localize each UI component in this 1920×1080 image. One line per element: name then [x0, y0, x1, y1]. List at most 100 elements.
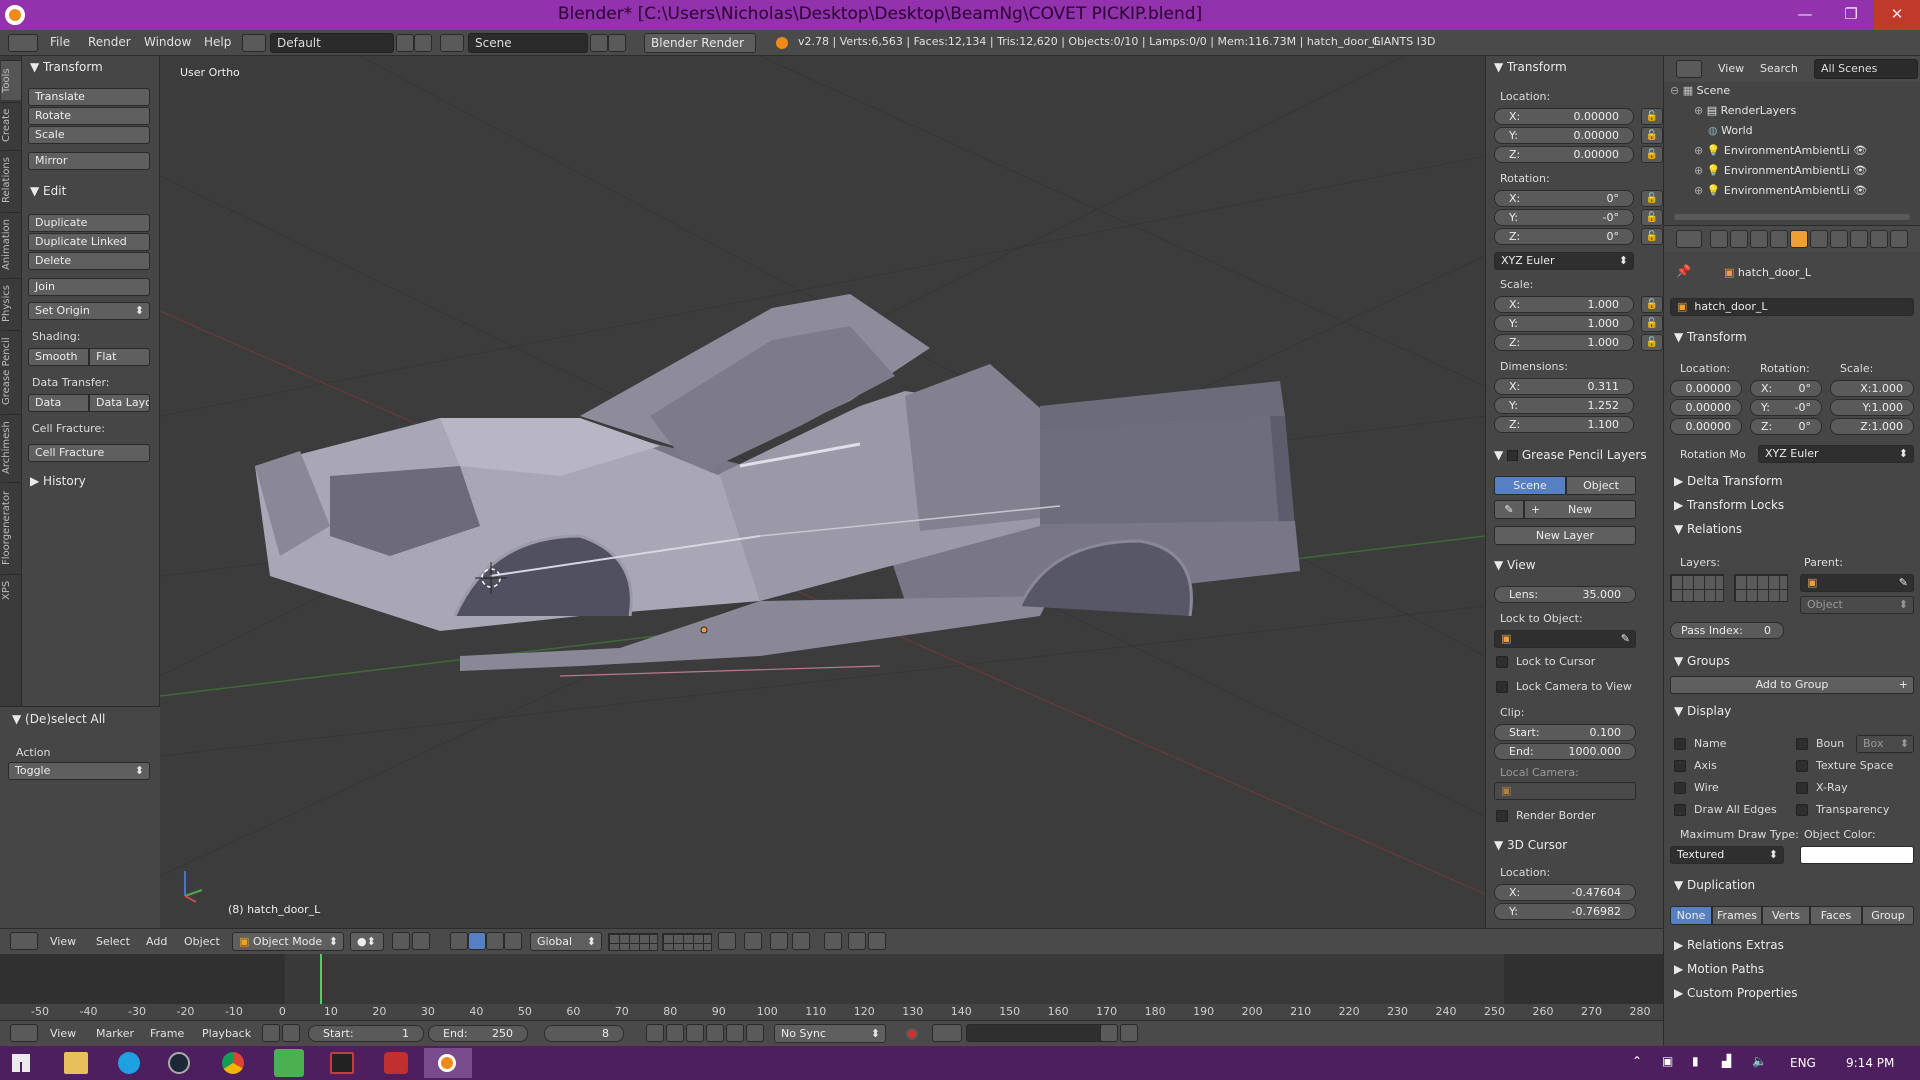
- pivot-icon[interactable]: [392, 932, 410, 950]
- remove-screen-icon[interactable]: [414, 34, 432, 52]
- add-to-group-button[interactable]: Add to Group +: [1670, 676, 1914, 694]
- local-camera-field[interactable]: ▣: [1494, 782, 1636, 800]
- play-reverse-icon[interactable]: [686, 1024, 704, 1042]
- n-dimension-z[interactable]: Z: 1.100: [1494, 416, 1634, 433]
- n-rotation-x[interactable]: X: 0°: [1494, 190, 1634, 207]
- lock-camera-checkbox[interactable]: [1496, 681, 1508, 693]
- delete-button[interactable]: Delete: [28, 252, 150, 270]
- eye-icon[interactable]: 👁: [1853, 144, 1867, 157]
- lock-icon[interactable]: 🔓: [1641, 108, 1663, 125]
- n-scale-y[interactable]: Y: 1.000: [1494, 315, 1634, 332]
- display-axis-checkbox[interactable]: [1674, 760, 1686, 772]
- tab-grease-pencil[interactable]: Grease Pencil: [1, 330, 21, 412]
- dup-group-button[interactable]: Group: [1862, 906, 1914, 925]
- history-panel-header[interactable]: ▶ History: [30, 474, 86, 488]
- clip-end-field[interactable]: End: 1000.000: [1494, 743, 1636, 760]
- manipulator-toggle-icon[interactable]: [412, 932, 430, 950]
- duplicate-linked-button[interactable]: Duplicate Linked: [28, 233, 150, 251]
- frame-menu[interactable]: Frame: [150, 1027, 184, 1040]
- n-rotation-z[interactable]: Z: 0°: [1494, 228, 1634, 245]
- current-frame-line[interactable]: [320, 954, 322, 1006]
- 3d-view-editor-icon[interactable]: [10, 932, 38, 950]
- n-scale-x[interactable]: X: 1.000: [1494, 296, 1634, 313]
- tray-arrow-icon[interactable]: ⌃: [1632, 1054, 1642, 1068]
- playback-menu[interactable]: Playback: [202, 1027, 251, 1040]
- relations-header[interactable]: ▼ Relations: [1674, 522, 1742, 536]
- timeline-area[interactable]: -50 -40 -30 -20 -10 0 10 20 30 40 50 60 70 80 90 100 110…: [0, 954, 1663, 1020]
- cell-fracture-button[interactable]: Cell Fracture: [28, 444, 150, 462]
- translate-button[interactable]: Translate: [28, 88, 150, 106]
- 3d-cursor-header[interactable]: ▼ 3D Cursor: [1494, 838, 1567, 852]
- outliner-filter-select[interactable]: All Scenes: [1814, 59, 1918, 79]
- draw-all-edges-checkbox[interactable]: [1674, 804, 1686, 816]
- props-rotation-x[interactable]: X: 0°: [1750, 380, 1822, 397]
- n-scale-z[interactable]: Z: 1.000: [1494, 334, 1634, 351]
- tab-physics[interactable]: Physics: [1, 278, 21, 328]
- end-frame-field[interactable]: End: 250: [428, 1025, 528, 1042]
- tray-icon[interactable]: ▣: [1662, 1054, 1673, 1068]
- network-icon[interactable]: ▟: [1722, 1054, 1731, 1068]
- props-transform-header[interactable]: ▼ Transform: [1674, 330, 1747, 344]
- remove-scene-icon[interactable]: [608, 34, 626, 52]
- data-tab-icon[interactable]: [1850, 230, 1868, 248]
- info-editor-icon[interactable]: [8, 34, 38, 52]
- n-rotation-mode-select[interactable]: XYZ Euler ⬍: [1494, 252, 1634, 270]
- outliner-row-lamp[interactable]: ⊕ 💡 EnvironmentAmbientLi 👁: [1694, 164, 1920, 184]
- action-select[interactable]: Toggle ⬍: [8, 762, 150, 780]
- outliner-row-world[interactable]: ◍ World: [1708, 124, 1920, 144]
- rotate-button[interactable]: Rotate: [28, 107, 150, 125]
- gp-pencil-icon[interactable]: ✎: [1494, 500, 1524, 519]
- jump-end-icon[interactable]: [746, 1024, 764, 1042]
- sync-mode-select[interactable]: No Sync ⬍: [774, 1024, 886, 1043]
- modifiers-tab-icon[interactable]: [1830, 230, 1848, 248]
- add-screen-icon[interactable]: [396, 34, 414, 52]
- tab-archimesh[interactable]: Archimesh: [1, 414, 21, 480]
- dup-none-button[interactable]: None: [1670, 906, 1712, 925]
- maximize-button[interactable]: ❐: [1828, 0, 1874, 30]
- eye-icon[interactable]: 👁: [1853, 164, 1867, 177]
- xray-checkbox[interactable]: [1796, 782, 1808, 794]
- render-opengl-icon[interactable]: [848, 932, 866, 950]
- lock-to-cursor-checkbox[interactable]: [1496, 656, 1508, 668]
- scene-layers-grid[interactable]: [662, 933, 712, 951]
- transform-locks-header[interactable]: ▶ Transform Locks: [1674, 498, 1784, 512]
- object-tab-icon[interactable]: [1790, 230, 1808, 248]
- tab-xps[interactable]: XPS: [1, 574, 21, 606]
- delete-keyframe-icon[interactable]: [1120, 1024, 1138, 1042]
- 3d-viewport[interactable]: User Ortho (8) hatch_door_L: [160, 56, 1485, 928]
- app-icon[interactable]: [274, 1049, 304, 1077]
- outliner-search-menu[interactable]: Search: [1760, 62, 1798, 75]
- n-rotation-y[interactable]: Y: -0°: [1494, 209, 1634, 226]
- groups-header[interactable]: ▼ Groups: [1674, 654, 1730, 668]
- props-location-z[interactable]: 0.00000: [1670, 418, 1742, 435]
- menu-window[interactable]: Window: [144, 35, 191, 49]
- app-icon[interactable]: [384, 1052, 408, 1074]
- lock-icon[interactable]: 🔓: [1641, 315, 1663, 332]
- next-keyframe-icon[interactable]: [726, 1024, 744, 1042]
- screen-layout-field[interactable]: Default: [270, 33, 394, 53]
- tray-icon[interactable]: ▮: [1692, 1054, 1699, 1068]
- select-menu[interactable]: Select: [96, 935, 130, 948]
- keying-set-icon[interactable]: [932, 1024, 962, 1042]
- edit-panel-header[interactable]: ▼ Edit: [30, 184, 66, 198]
- tab-create[interactable]: Create: [1, 102, 21, 148]
- clock[interactable]: 9:14 PM: [1846, 1056, 1894, 1070]
- bounds-type-select[interactable]: Box ⬍: [1856, 735, 1914, 753]
- lock-icon[interactable]: 🔓: [1641, 190, 1663, 207]
- gp-scene-button[interactable]: Scene: [1494, 476, 1566, 495]
- add-scene-icon[interactable]: [590, 34, 608, 52]
- minimize-button[interactable]: —: [1782, 0, 1828, 30]
- scene-layers-grid[interactable]: [608, 933, 658, 951]
- record-icon[interactable]: [906, 1028, 918, 1040]
- file-explorer-icon[interactable]: [64, 1052, 88, 1074]
- motion-paths-header[interactable]: ▶ Motion Paths: [1674, 962, 1764, 976]
- gp-object-button[interactable]: Object: [1566, 476, 1636, 495]
- render-tab-icon[interactable]: [1710, 230, 1728, 248]
- duplication-header[interactable]: ▼ Duplication: [1674, 878, 1755, 892]
- parent-type-select[interactable]: Object ⬍: [1800, 596, 1914, 614]
- world-tab-icon[interactable]: [1770, 230, 1788, 248]
- clip-start-field[interactable]: Start: 0.100: [1494, 724, 1636, 741]
- n-transform-header[interactable]: ▼ Transform: [1494, 60, 1567, 74]
- n-dimension-y[interactable]: Y: 1.252: [1494, 397, 1634, 414]
- view-menu[interactable]: View: [50, 935, 76, 948]
